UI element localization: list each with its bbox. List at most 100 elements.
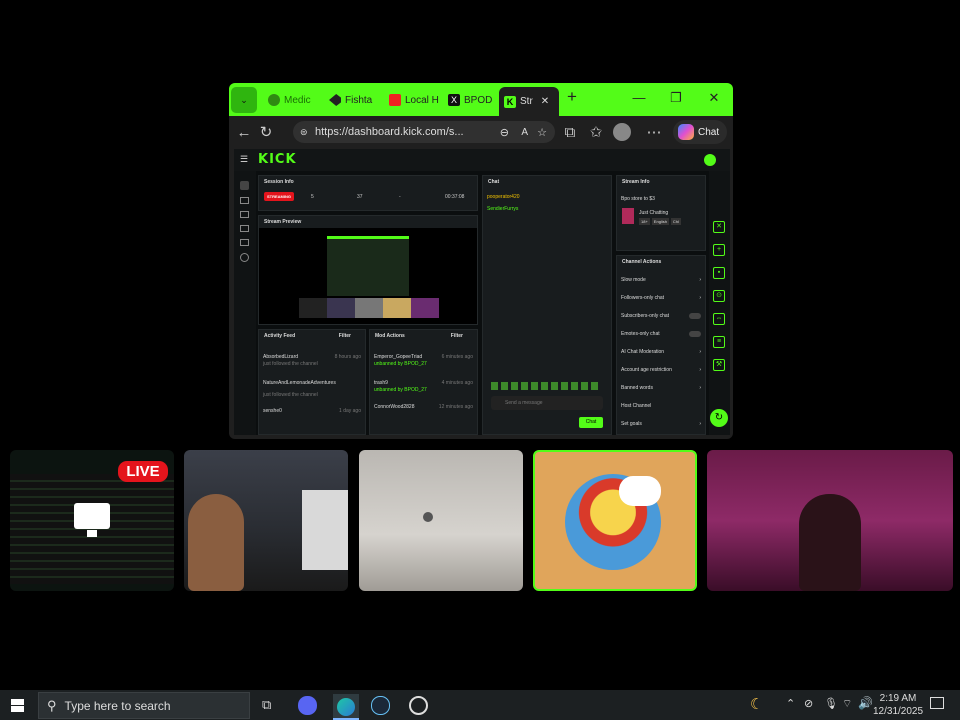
rail-home-icon[interactable] xyxy=(240,181,249,190)
favorite-star-icon[interactable]: ☆ xyxy=(537,126,547,139)
close-window-button[interactable]: ✕ xyxy=(704,90,724,106)
browser-window: ⌄ Medic Fishta Local H X BPOD K Str ✕ + — ❐… xyxy=(229,83,733,439)
favorites-icon[interactable]: ✩ xyxy=(585,123,607,141)
tab-local[interactable]: Local H xyxy=(384,87,442,113)
rail-trophy-icon[interactable] xyxy=(240,211,249,218)
network-icon[interactable]: ⌔ xyxy=(842,697,852,711)
tray-app-icon[interactable]: ⊘ xyxy=(804,697,813,710)
filter-button[interactable]: Filter xyxy=(451,333,463,339)
action-account-age[interactable]: Account age restriction › xyxy=(621,367,701,373)
profile-avatar[interactable] xyxy=(613,123,631,141)
tile-screen-share[interactable]: LIVE xyxy=(10,450,174,591)
action-banned-words[interactable]: Banned words › xyxy=(621,385,701,391)
list-item: Emperor_GopeeTriad 6 minutes ago xyxy=(374,354,473,360)
volume-icon[interactable]: 🔊 xyxy=(858,696,873,710)
more-menu-icon[interactable]: ⋯ xyxy=(643,123,665,141)
tray-overflow-icon[interactable]: ⌃ xyxy=(786,697,795,710)
taskbar-search-box[interactable]: ⚲ Type here to search xyxy=(38,692,250,719)
action-subscribers-only[interactable]: Subscribers-only chat xyxy=(621,313,701,319)
restore-button[interactable]: ❐ xyxy=(666,90,686,106)
refresh-fab[interactable]: ↻ xyxy=(710,409,728,427)
tile-camera-3[interactable] xyxy=(707,450,953,591)
chat-message: pooperator420 xyxy=(487,194,520,200)
tool-button[interactable]: ⊙ xyxy=(713,290,725,302)
refresh-icon[interactable]: ↻ xyxy=(255,123,277,141)
panel-title: Activity Feed Filter xyxy=(264,333,351,339)
panel-title: Chat xyxy=(488,179,500,185)
x-logo-icon: X xyxy=(448,94,460,106)
chat-send-button[interactable]: Chat xyxy=(579,417,603,428)
read-aloud-icon[interactable]: A xyxy=(521,127,528,138)
kick-dashboard: ☰ KICK Session Info STREAMING 5 37 - 00:… xyxy=(234,149,730,435)
discord-icon[interactable] xyxy=(298,696,317,715)
action-slow-mode[interactable]: Slow mode › xyxy=(621,277,701,283)
fish-icon xyxy=(329,94,341,106)
list-item: trash9 4 minutes ago xyxy=(374,380,473,386)
search-icon: ⚲ xyxy=(47,697,57,713)
rail-settings-icon[interactable] xyxy=(240,253,249,262)
tool-button[interactable]: ⇔ xyxy=(713,313,725,325)
extensions-icon[interactable]: ⧉ xyxy=(559,124,581,141)
kick-icon: K xyxy=(504,95,516,108)
url-field[interactable]: ⊜ https://dashboard.kick.com/s... ⊖ A ☆ xyxy=(293,121,555,143)
steam-icon[interactable] xyxy=(371,696,390,715)
tile-avatar-speaking[interactable] xyxy=(533,450,697,591)
tag: English xyxy=(651,218,669,225)
action-ai-moderation[interactable]: AI Chat Moderation › xyxy=(621,349,701,355)
session-info-panel: Session Info STREAMING 5 37 - 00:37:08 xyxy=(258,175,478,211)
live-badge: LIVE xyxy=(118,461,168,482)
tab-bpod[interactable]: X BPOD xyxy=(443,87,499,113)
left-nav-rail xyxy=(234,171,256,435)
copilot-chat-button[interactable]: Chat xyxy=(673,120,727,144)
rail-dashboard-icon[interactable] xyxy=(240,197,249,204)
rail-wallet-icon[interactable] xyxy=(240,225,249,232)
right-tool-rail: ✕ + ▪ ⊙ ⇔ ≡ ⚒ ↻ xyxy=(709,171,730,435)
chevron-right-icon: › xyxy=(699,385,701,391)
obs-icon[interactable] xyxy=(409,696,428,715)
tool-button[interactable]: ▪ xyxy=(713,267,725,279)
tool-button[interactable]: ⚒ xyxy=(713,359,725,371)
tab-medic[interactable]: Medic xyxy=(263,87,321,113)
rail-people-icon[interactable] xyxy=(240,239,249,246)
clock[interactable]: 2:19 AM 12/31/2025 xyxy=(873,692,923,718)
zoom-icon[interactable]: ⊖ xyxy=(500,126,509,139)
screen-share-preview xyxy=(10,474,174,584)
night-light-icon[interactable]: ☾ xyxy=(750,695,763,713)
filter-button[interactable]: Filter xyxy=(339,333,351,339)
stat-subs: - xyxy=(399,194,401,200)
notifications-icon[interactable] xyxy=(930,697,944,709)
toggle-switch[interactable] xyxy=(689,331,701,337)
chat-panel: Chat pooperator420 SendierFurrys Send a … xyxy=(482,175,612,435)
tool-button[interactable]: ✕ xyxy=(713,221,725,233)
chat-input[interactable]: Send a message xyxy=(491,396,603,410)
emote-bar[interactable] xyxy=(491,382,601,390)
close-tab-icon[interactable]: ✕ xyxy=(541,96,549,107)
preview-video[interactable] xyxy=(327,236,409,296)
tab-actions-button[interactable]: ⌄ xyxy=(231,87,257,113)
task-view-icon[interactable]: ⧉ xyxy=(262,697,271,713)
minimize-button[interactable]: — xyxy=(629,90,649,105)
user-avatar[interactable] xyxy=(704,154,716,166)
tab-fishtank[interactable]: Fishta xyxy=(324,87,382,113)
list-item-sub: unbanned by BPOD_27 xyxy=(374,361,427,367)
microphone-icon[interactable]: 🎙 xyxy=(824,697,838,710)
tool-button[interactable]: + xyxy=(713,244,725,256)
action-set-goals[interactable]: Set goals › xyxy=(621,421,701,427)
edge-icon[interactable] xyxy=(333,694,359,720)
tile-camera-2[interactable] xyxy=(359,450,523,591)
new-tab-button[interactable]: + xyxy=(562,87,582,107)
menu-icon[interactable]: ☰ xyxy=(240,154,248,165)
tile-camera-1[interactable] xyxy=(184,450,348,591)
tool-button[interactable]: ≡ xyxy=(713,336,725,348)
chevron-down-icon: ⌄ xyxy=(240,94,248,105)
action-host-channel[interactable]: Host Channel xyxy=(621,403,701,409)
kick-logo[interactable]: KICK xyxy=(258,152,297,167)
windows-start-icon[interactable] xyxy=(11,699,24,712)
action-followers-only[interactable]: Followers-only chat › xyxy=(621,295,701,301)
stream-preview-panel: Stream Preview xyxy=(258,215,478,325)
back-icon[interactable]: ← xyxy=(233,124,255,141)
action-emotes-only[interactable]: Emotes-only chat xyxy=(621,331,701,337)
tab-stream-active[interactable]: K Str ✕ xyxy=(499,87,559,116)
toggle-switch[interactable] xyxy=(689,313,701,319)
tab-strip: ⌄ Medic Fishta Local H X BPOD K Str ✕ + — ❐… xyxy=(229,83,733,116)
